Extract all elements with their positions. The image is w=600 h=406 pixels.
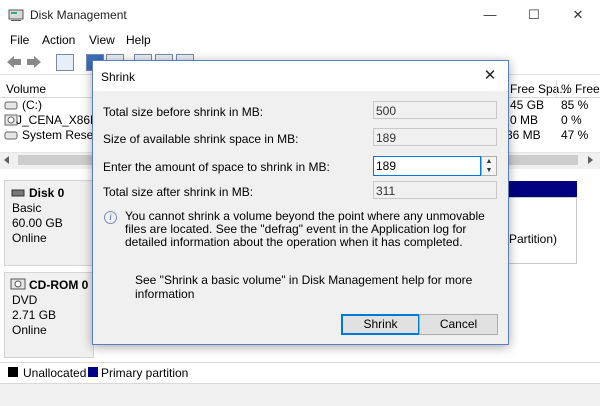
disk-size: 2.71 GB	[12, 308, 57, 322]
info-icon: i	[104, 211, 117, 224]
hard-disk-icon	[11, 189, 25, 197]
total-after-label: Total size after shrink in MB:	[103, 185, 254, 199]
title-bar: Disk Management — ☐ ✕	[0, 0, 600, 30]
partition-label: Partition)	[509, 232, 558, 246]
dialog-close-icon[interactable]: ✕	[479, 65, 501, 87]
menu-action[interactable]: Action	[42, 33, 75, 47]
total-before-label: Total size before shrink in MB:	[103, 105, 264, 119]
menu-help[interactable]: Help	[126, 33, 151, 47]
disk-name: Disk 0	[29, 186, 65, 200]
stepper-down-icon[interactable]: ▼	[482, 166, 496, 175]
shrink-amount-stepper[interactable]: ▲ ▼	[481, 156, 497, 176]
available-space-field: 189	[373, 128, 497, 146]
disk-management-icon	[8, 9, 24, 21]
disk-status: Online	[12, 231, 47, 245]
close-button[interactable]: ✕	[556, 0, 600, 30]
legend-swatch-unallocated	[8, 367, 18, 377]
drive-icon	[4, 131, 18, 140]
shrink-amount-input[interactable]	[373, 156, 481, 176]
legend-label-unallocated: Unallocated	[23, 366, 87, 380]
menu-view[interactable]: View	[89, 33, 115, 47]
free-space-value: 36 MB	[506, 128, 541, 142]
forward-arrow-icon[interactable]	[26, 55, 42, 69]
legend-swatch-primary	[88, 367, 98, 377]
status-bar	[0, 383, 600, 406]
cancel-button[interactable]: Cancel	[419, 314, 498, 335]
legend-label-primary: Primary partition	[101, 366, 189, 380]
window-title: Disk Management	[30, 8, 127, 22]
percent-free-value: 47 %	[561, 128, 589, 142]
back-arrow-icon[interactable]	[6, 55, 22, 69]
disk-type: DVD	[12, 293, 38, 307]
free-space-value: 0 MB	[510, 113, 539, 127]
scroll-right-icon[interactable]	[586, 156, 594, 164]
volume-name: (C:)	[22, 98, 42, 112]
disk-name: CD-ROM 0	[29, 278, 89, 292]
menu-file[interactable]: File	[10, 33, 29, 47]
disk-type: Basic	[12, 201, 42, 215]
total-after-field: 311	[373, 181, 497, 199]
percent-free-value: 0 %	[561, 113, 582, 127]
drive-icon	[4, 101, 18, 110]
properties-icon[interactable]	[56, 54, 74, 71]
disk-size: 60.00 GB	[12, 216, 63, 230]
disk-0-info[interactable]: Disk 0 Basic 60.00 GB Online	[4, 180, 94, 266]
help-text: See "Shrink a basic volume" in Disk Mana…	[135, 273, 473, 301]
column-percent-free[interactable]: % Free	[561, 82, 600, 96]
column-volume[interactable]: Volume	[6, 82, 46, 96]
scroll-left-icon[interactable]	[3, 156, 11, 164]
available-space-label: Size of available shrink space in MB:	[103, 132, 299, 146]
shrink-note: You cannot shrink a volume beyond the po…	[125, 209, 485, 249]
minimize-button[interactable]: —	[468, 0, 512, 30]
cdrom-0-info[interactable]: CD-ROM 0 DVD 2.71 GB Online	[4, 272, 94, 358]
stepper-up-icon[interactable]: ▲	[482, 157, 496, 166]
partition-header-bar	[507, 181, 577, 197]
shrink-button[interactable]: Shrink	[341, 314, 420, 335]
total-before-field: 500	[373, 101, 497, 119]
dialog-title-bar	[93, 61, 508, 91]
partition-block[interactable]: Partition)	[507, 197, 577, 264]
dialog-title: Shrink	[101, 70, 136, 84]
cd-drive-icon	[10, 278, 26, 290]
shrink-amount-label: Enter the amount of space to shrink in M…	[103, 160, 330, 174]
disk-status: Online	[12, 323, 47, 337]
shrink-dialog: Shrink ✕ Total size before shrink in MB:…	[92, 60, 509, 345]
maximize-button[interactable]: ☐	[512, 0, 556, 30]
percent-free-value: 85 %	[561, 98, 589, 112]
column-separator[interactable]	[556, 80, 557, 97]
